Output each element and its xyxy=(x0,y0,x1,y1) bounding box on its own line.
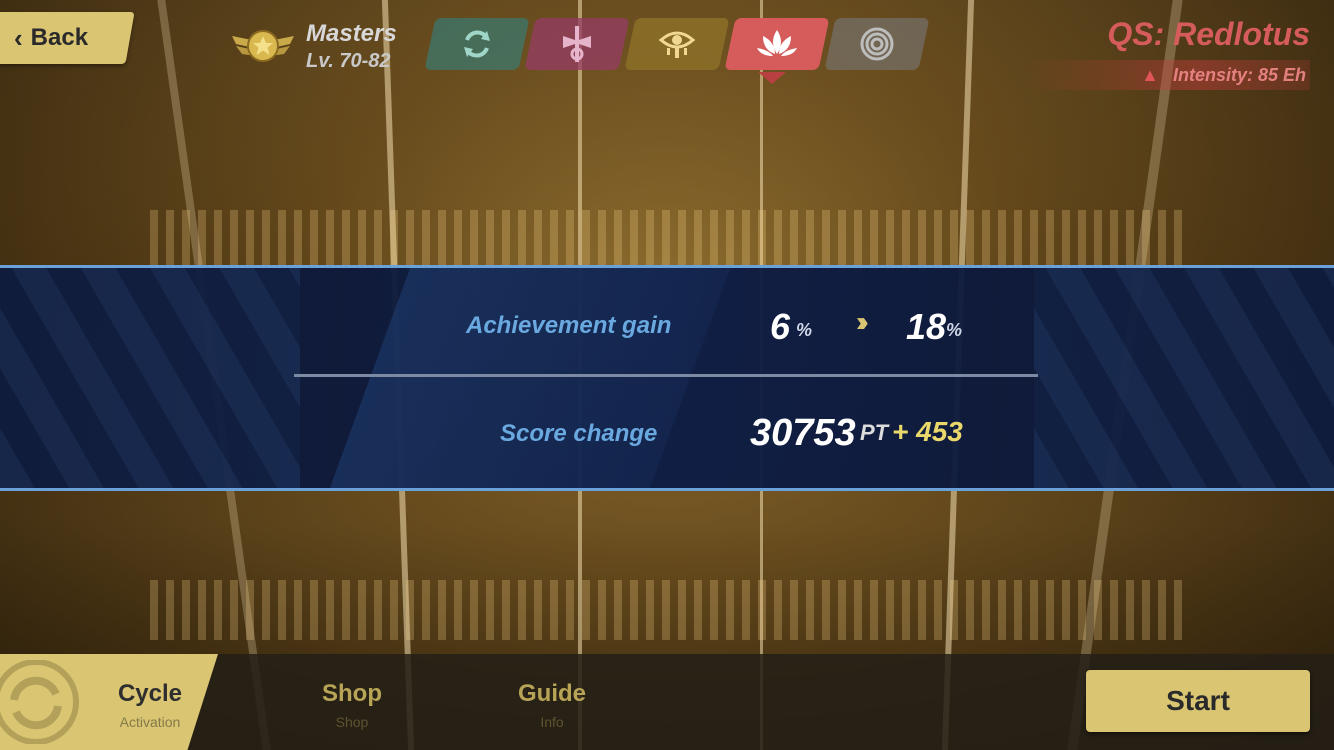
nav-shop-label: Shop xyxy=(322,680,382,707)
panel-divider xyxy=(294,374,1038,377)
tab-cross[interactable] xyxy=(524,18,630,70)
back-label: Back xyxy=(30,24,89,51)
results-panel: Achievement gain 6 % ›› 18 % Score chang… xyxy=(0,265,1334,491)
category-tabs xyxy=(424,18,930,70)
score-unit: PT xyxy=(860,420,889,445)
nav-cycle-sub: Activation xyxy=(119,714,181,730)
eye-icon xyxy=(657,26,697,62)
lotus-icon xyxy=(755,26,799,62)
spiral-icon xyxy=(859,26,895,62)
nav-cycle-button[interactable]: Cycle Activation xyxy=(0,654,200,750)
quest-title: QS: Redlotus xyxy=(1107,16,1310,52)
nav-cycle-label: Cycle xyxy=(117,680,183,707)
cross-icon xyxy=(559,24,595,64)
score-gain: + 453 xyxy=(892,416,963,447)
nav-shop-sub: Shop xyxy=(335,714,369,730)
achievement-from: 6 xyxy=(770,306,791,347)
tab-cycle[interactable] xyxy=(424,18,530,70)
double-arrow-icon: ›› xyxy=(856,306,868,337)
nav-guide-sub: Info xyxy=(540,714,564,730)
rank-title: Masters xyxy=(306,19,397,47)
quest-info: QS: Redlotus ▲ Intensity: 85 Eh xyxy=(1010,16,1310,96)
tab-spiral[interactable] xyxy=(824,18,930,70)
intensity-label: Intensity: 85 Eh xyxy=(1172,64,1306,85)
rank-display: Masters Lv. 70-82 xyxy=(230,18,397,74)
active-tab-indicator xyxy=(758,72,786,84)
rank-level: Lv. 70-82 xyxy=(306,49,391,72)
achievement-label: Achievement gain xyxy=(466,312,672,339)
achievement-from-percent: % xyxy=(796,320,813,340)
score-value: 30753 xyxy=(750,412,856,454)
cycle-icon xyxy=(459,26,495,62)
nav-shop-button[interactable]: Shop Shop xyxy=(300,680,404,730)
start-button[interactable]: Start xyxy=(1086,670,1310,732)
achievement-to: 18 xyxy=(906,306,947,347)
tab-eye[interactable] xyxy=(624,18,730,70)
tab-lotus[interactable] xyxy=(724,18,830,70)
achievement-to-percent: % xyxy=(946,320,963,340)
chevron-left-icon: ‹ xyxy=(14,22,23,53)
nav-guide-label: Guide xyxy=(517,680,586,707)
nav-guide-button[interactable]: Guide Info xyxy=(500,680,604,730)
warning-icon: ▲ xyxy=(1141,64,1159,85)
rank-wings-emblem-icon xyxy=(230,18,296,74)
score-label: Score change xyxy=(500,420,658,447)
cycle-icon xyxy=(0,659,86,749)
